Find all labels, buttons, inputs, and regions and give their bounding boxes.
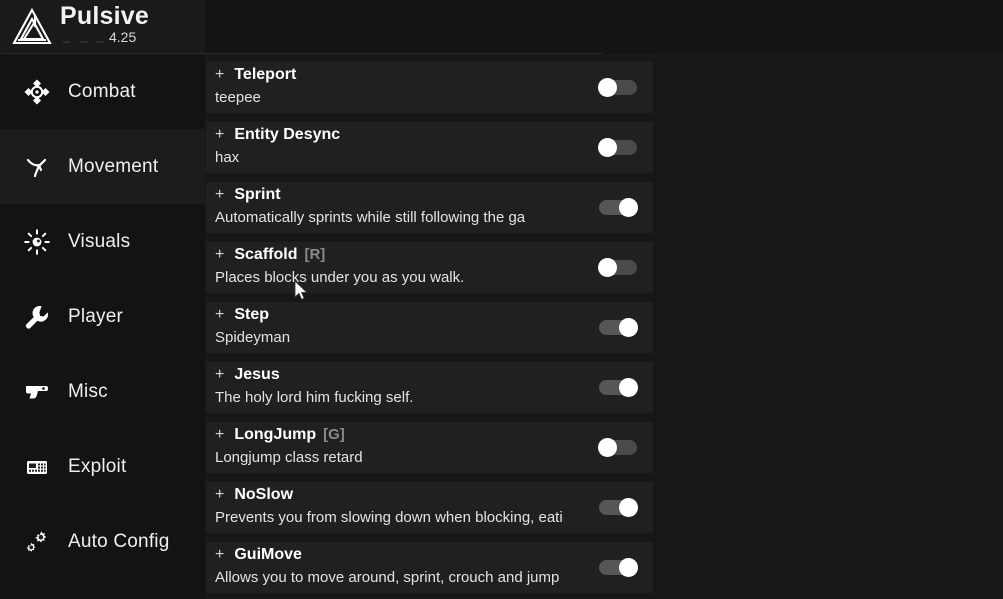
module-toggle[interactable] — [598, 258, 637, 277]
module-card[interactable]: + LongJump [G] Longjump class retard — [206, 422, 653, 473]
expand-plus-icon[interactable]: + — [215, 187, 224, 203]
module-name: Jesus — [234, 366, 280, 383]
expand-plus-icon[interactable]: + — [215, 247, 224, 263]
module-description: Allows you to move around, sprint, crouc… — [215, 569, 560, 586]
crosshair-target-icon — [20, 75, 54, 109]
app-version: 4.25 — [109, 29, 137, 45]
sidebar-item-label: Exploit — [68, 455, 127, 477]
module-header: + Sprint — [215, 187, 281, 203]
module-header: + Teleport — [215, 67, 296, 83]
brand-text-block: Pulsive _ _ _ 4.25 — [60, 2, 190, 50]
module-description: Longjump class retard — [215, 449, 363, 466]
sidebar-item-auto-config[interactable]: Auto Config — [0, 504, 205, 579]
module-name: GuiMove — [234, 546, 302, 563]
module-name: Step — [234, 306, 270, 323]
sidebar-item-label: Combat — [68, 80, 136, 102]
module-header: + Scaffold [R] — [215, 247, 325, 263]
module-name: Sprint — [234, 186, 281, 203]
module-card[interactable]: + Step Spideyman — [206, 302, 653, 353]
module-description: hax — [215, 149, 240, 166]
module-name: Entity Desync — [234, 126, 341, 143]
category-sidebar: Combat Movement Visuals Player Misc Expl… — [0, 54, 205, 599]
module-card[interactable]: + GuiMove Allows you to move around, sprin… — [206, 542, 653, 593]
expand-plus-icon[interactable]: + — [215, 547, 224, 563]
sidebar-item-player[interactable]: Player — [0, 279, 205, 354]
module-description: Automatically sprints while still follow… — [215, 209, 526, 226]
module-header: + Jesus — [215, 367, 280, 383]
expand-plus-icon[interactable]: + — [215, 67, 224, 83]
module-header: + Entity Desync — [215, 127, 340, 143]
module-card[interactable]: + Scaffold [R] Places blocks under you as y… — [206, 242, 653, 293]
module-keybind-badge[interactable]: [R] — [304, 247, 325, 262]
module-name: LongJump — [234, 426, 317, 443]
module-toggle[interactable] — [599, 378, 638, 397]
app-title: Pulsive — [60, 2, 149, 30]
module-toggle[interactable] — [598, 78, 637, 97]
scrolled-card-edge — [206, 54, 654, 62]
sidebar-item-label: Visuals — [68, 230, 131, 252]
toggle-knob — [598, 78, 617, 97]
module-header: + LongJump [G] — [215, 427, 345, 443]
module-header: + NoSlow — [215, 487, 293, 503]
expand-plus-icon[interactable]: + — [215, 487, 224, 503]
expand-plus-icon[interactable]: + — [215, 367, 224, 383]
toggle-knob — [619, 198, 638, 217]
brand-dashes: _ _ _ — [63, 28, 107, 43]
module-toggle[interactable] — [599, 498, 638, 517]
expand-plus-icon[interactable]: + — [215, 307, 224, 323]
module-name: Scaffold — [234, 246, 298, 263]
pistol-icon — [20, 375, 54, 409]
sidebar-item-label: Movement — [68, 155, 159, 177]
module-list: + Teleport teepee + Entity Desync hax + Sprint A… — [206, 62, 655, 599]
module-card[interactable]: + NoSlow Prevents you from slowing down wh… — [206, 482, 653, 533]
wrench-icon — [20, 300, 54, 334]
toggle-knob — [619, 378, 638, 397]
module-description: Places blocks under you as you walk. — [215, 269, 465, 286]
sidebar-item-exploit[interactable]: Exploit — [0, 429, 205, 504]
sidebar-item-misc[interactable]: Misc — [0, 354, 205, 429]
module-description: The holy lord him fucking self. — [215, 389, 414, 406]
module-name: Teleport — [234, 66, 297, 83]
module-toggle[interactable] — [599, 198, 638, 217]
toggle-knob — [598, 438, 617, 457]
movement-runner-icon — [20, 150, 54, 184]
expand-plus-icon[interactable]: + — [215, 427, 224, 443]
sun-brightness-icon — [20, 225, 54, 259]
module-toggle[interactable] — [599, 318, 638, 337]
mountain-triangle-logo-icon — [10, 6, 54, 48]
module-card[interactable]: + Sprint Automatically sprints while still… — [206, 182, 653, 233]
module-description: Prevents you from slowing down when bloc… — [215, 509, 563, 526]
toggle-knob — [619, 318, 638, 337]
sidebar-item-label: Auto Config — [68, 530, 170, 552]
header-background-right — [205, 0, 1003, 54]
module-name: NoSlow — [234, 486, 294, 503]
module-description: teepee — [215, 89, 261, 106]
toggle-knob — [598, 138, 617, 157]
sidebar-item-label: Player — [68, 305, 124, 327]
sidebar-item-movement[interactable]: Movement — [0, 129, 205, 204]
module-keybind-badge[interactable]: [G] — [323, 427, 345, 442]
module-panel: + Teleport teepee + Entity Desync hax + Sprint A… — [205, 54, 1003, 599]
sidebar-item-combat[interactable]: Combat — [0, 54, 205, 129]
toggle-knob — [619, 558, 638, 577]
sidebar-item-visuals[interactable]: Visuals — [0, 204, 205, 279]
module-header: + GuiMove — [215, 547, 302, 563]
app-header: Pulsive _ _ _ 4.25 — [0, 0, 1003, 54]
brand-area: Pulsive _ _ _ 4.25 — [0, 0, 205, 54]
module-card[interactable]: + Entity Desync hax — [206, 122, 653, 173]
module-toggle[interactable] — [598, 138, 637, 157]
expand-plus-icon[interactable]: + — [215, 127, 224, 143]
pulsive-client-window: Pulsive _ _ _ 4.25 Combat Movement Visua… — [0, 0, 1003, 599]
gears-icon — [20, 525, 54, 559]
toggle-knob — [619, 498, 638, 517]
toggle-knob — [598, 258, 617, 277]
module-card[interactable]: + Jesus The holy lord him fucking self. — [206, 362, 653, 413]
sidebar-item-label: Misc — [68, 380, 108, 402]
module-description: Spideyman — [215, 329, 291, 346]
module-card[interactable]: + Teleport teepee — [206, 62, 653, 113]
module-toggle[interactable] — [598, 438, 637, 457]
module-header: + Step — [215, 307, 269, 323]
c4-explosive-icon — [20, 450, 54, 484]
module-toggle[interactable] — [599, 558, 638, 577]
